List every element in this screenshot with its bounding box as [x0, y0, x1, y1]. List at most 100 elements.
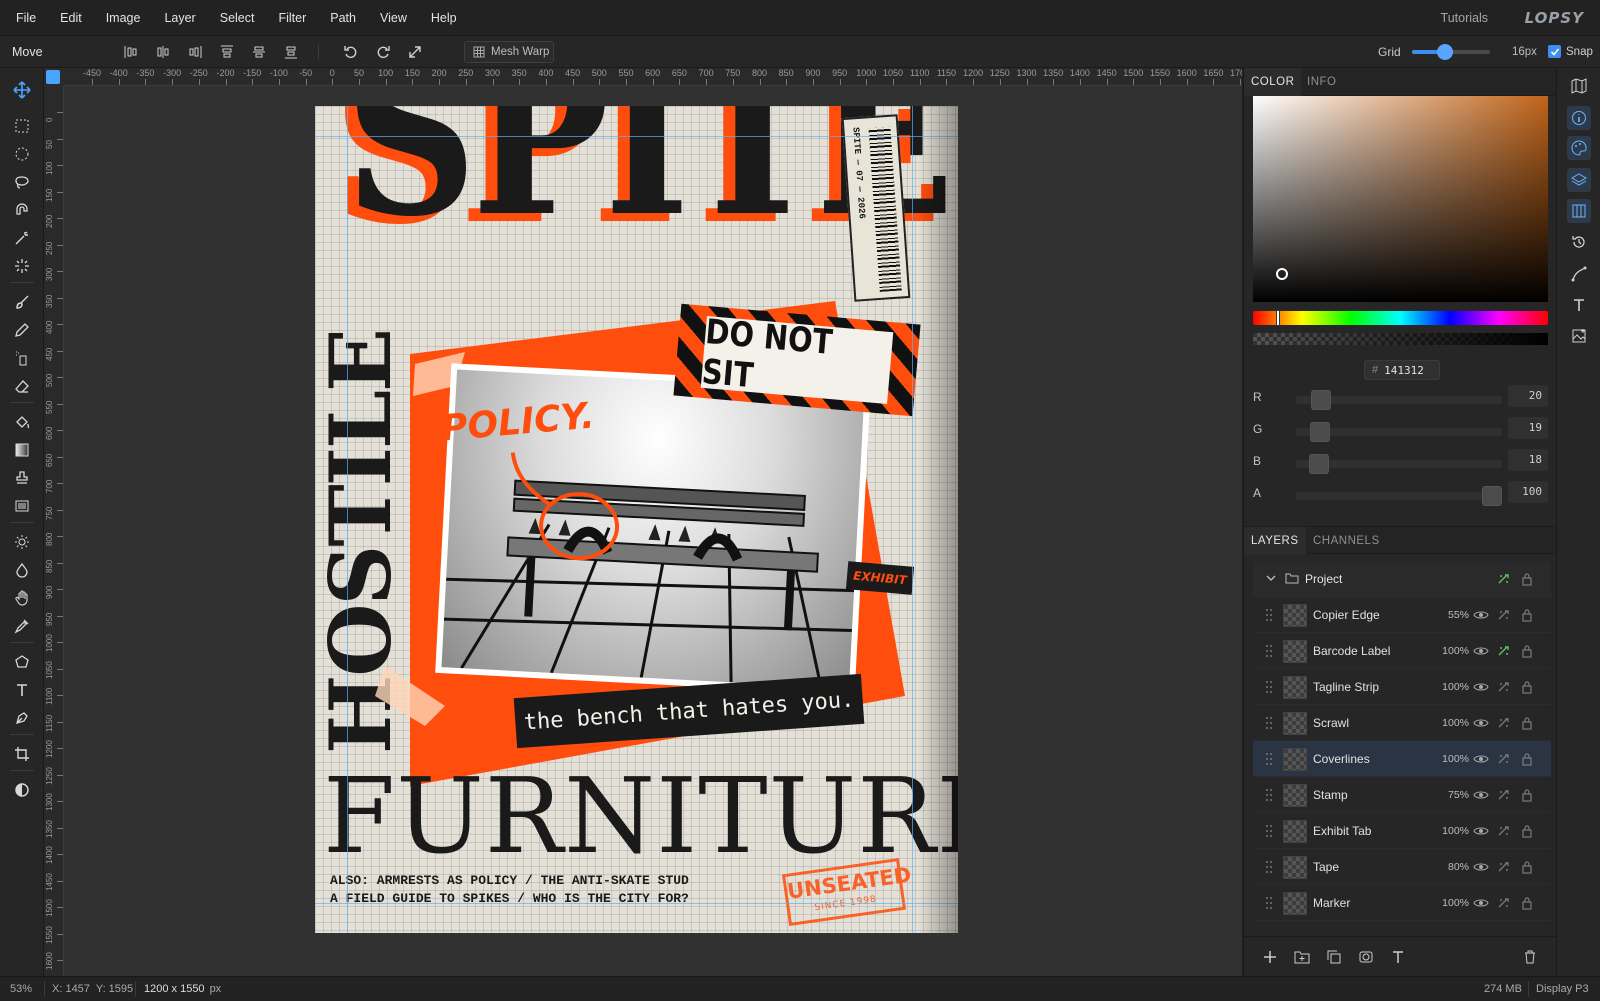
- spray-icon[interactable]: [8, 346, 36, 370]
- channel-r-value[interactable]: 20: [1508, 385, 1548, 407]
- fx-link-icon[interactable]: [1495, 823, 1511, 839]
- layer-row[interactable]: Copier Edge 55%: [1253, 597, 1551, 633]
- snap-checkbox[interactable]: [1548, 45, 1561, 58]
- menu-filter[interactable]: Filter: [266, 0, 318, 36]
- channel-g-knob[interactable]: [1309, 422, 1330, 442]
- magnetic-lasso-icon[interactable]: [8, 198, 36, 222]
- lock-icon[interactable]: [1519, 679, 1535, 695]
- columns-icon[interactable]: [1567, 199, 1591, 223]
- foreground-color-swatch[interactable]: [46, 70, 60, 84]
- hue-slider-knob[interactable]: [1276, 310, 1280, 326]
- layer-opacity[interactable]: 80%: [1435, 849, 1469, 885]
- mesh-warp-button[interactable]: Mesh Warp: [464, 41, 554, 63]
- channel-g-value[interactable]: 19: [1508, 417, 1548, 439]
- quick-select-icon[interactable]: [8, 254, 36, 278]
- menu-path[interactable]: Path: [318, 0, 368, 36]
- menu-file[interactable]: File: [4, 0, 48, 36]
- drag-handle-icon[interactable]: [1265, 860, 1273, 874]
- drag-handle-icon[interactable]: [1265, 680, 1273, 694]
- channel-r-slider[interactable]: [1296, 390, 1502, 410]
- mask-icon[interactable]: [1358, 949, 1374, 965]
- fx-link-icon[interactable]: [1495, 787, 1511, 803]
- tab-layers[interactable]: LAYERS: [1244, 527, 1306, 555]
- info-icon[interactable]: [1567, 106, 1591, 130]
- layer-row[interactable]: Coverlines 100%: [1253, 741, 1551, 777]
- drag-handle-icon[interactable]: [1265, 644, 1273, 658]
- rotate-right-icon[interactable]: [372, 41, 394, 63]
- ellipse-marquee-icon[interactable]: [8, 142, 36, 166]
- guide-vertical[interactable]: [347, 106, 348, 933]
- channel-a-slider[interactable]: [1296, 486, 1502, 506]
- alpha-slider[interactable]: [1253, 333, 1548, 345]
- text-tool-icon[interactable]: [8, 678, 36, 702]
- tab-channels[interactable]: CHANNELS: [1306, 527, 1387, 555]
- channel-b-value[interactable]: 18: [1508, 449, 1548, 471]
- rotate-left-icon[interactable]: [340, 41, 362, 63]
- burn-icon[interactable]: [8, 558, 36, 582]
- fx-link-icon[interactable]: [1495, 679, 1511, 695]
- guide-horizontal[interactable]: [315, 136, 958, 137]
- poster-canvas[interactable]: SPITE SPITE HOSTILE POLICY. DO NOT SIT S…: [315, 106, 958, 933]
- fx-link-icon[interactable]: [1495, 751, 1511, 767]
- menu-image[interactable]: Image: [94, 0, 153, 36]
- guide-vertical[interactable]: [912, 106, 913, 933]
- grid-slider[interactable]: [1412, 44, 1490, 60]
- align-bottom-icon[interactable]: [280, 41, 302, 63]
- layer-row[interactable]: Tagline Strip 100%: [1253, 669, 1551, 705]
- layer-row[interactable]: Stamp 75%: [1253, 777, 1551, 813]
- layer-row[interactable]: Barcode Label 100%: [1253, 633, 1551, 669]
- eye-icon[interactable]: [1473, 643, 1489, 659]
- gradient-icon[interactable]: [8, 438, 36, 462]
- fx-link-icon[interactable]: [1495, 643, 1511, 659]
- lock-icon[interactable]: [1519, 823, 1535, 839]
- eraser-icon[interactable]: [8, 374, 36, 398]
- chevron-down-icon[interactable]: [1265, 572, 1277, 587]
- text-layer-icon[interactable]: [1390, 949, 1406, 965]
- layer-opacity[interactable]: 100%: [1435, 633, 1469, 669]
- hue-slider[interactable]: [1253, 310, 1548, 326]
- lock-icon[interactable]: [1519, 787, 1535, 803]
- add-layer-icon[interactable]: [1262, 949, 1278, 965]
- tutorials-link[interactable]: Tutorials: [1441, 0, 1488, 36]
- eye-icon[interactable]: [1473, 787, 1489, 803]
- fx-link-icon[interactable]: [1495, 715, 1511, 731]
- channel-g-slider[interactable]: [1296, 422, 1502, 442]
- canvas-workspace[interactable]: SPITE SPITE HOSTILE POLICY. DO NOT SIT S…: [64, 86, 1242, 976]
- crop-icon[interactable]: [8, 742, 36, 766]
- layer-group-project[interactable]: Project: [1253, 561, 1551, 597]
- color-field[interactable]: [1253, 96, 1548, 302]
- stamp-icon[interactable]: [8, 466, 36, 490]
- fx-link-icon[interactable]: [1495, 895, 1511, 911]
- hex-input[interactable]: # 141312: [1364, 360, 1440, 380]
- eye-icon[interactable]: [1473, 715, 1489, 731]
- channel-r-knob[interactable]: [1310, 390, 1331, 410]
- rect-marquee-icon[interactable]: [8, 114, 36, 138]
- eyedropper-icon[interactable]: [8, 614, 36, 638]
- fx-link-icon[interactable]: [1495, 607, 1511, 623]
- align-middle-v-icon[interactable]: [248, 41, 270, 63]
- lasso-icon[interactable]: [8, 170, 36, 194]
- drag-handle-icon[interactable]: [1265, 896, 1273, 910]
- new-group-icon[interactable]: [1294, 949, 1310, 965]
- drag-handle-icon[interactable]: [1265, 824, 1273, 838]
- lock-icon[interactable]: [1519, 751, 1535, 767]
- tab-color[interactable]: COLOR: [1244, 68, 1302, 96]
- eye-icon[interactable]: [1473, 823, 1489, 839]
- align-right-icon[interactable]: [184, 41, 206, 63]
- zoom-level[interactable]: 53%: [10, 977, 32, 1001]
- drag-handle-icon[interactable]: [1265, 788, 1273, 802]
- layer-opacity[interactable]: 100%: [1435, 669, 1469, 705]
- palette-icon[interactable]: [1567, 136, 1591, 160]
- move-tool-icon[interactable]: [8, 78, 36, 102]
- layer-row[interactable]: Exhibit Tab 100%: [1253, 813, 1551, 849]
- channel-a-knob[interactable]: [1482, 486, 1502, 506]
- layer-opacity[interactable]: 75%: [1435, 777, 1469, 813]
- polygon-icon[interactable]: [8, 650, 36, 674]
- layer-opacity[interactable]: 100%: [1435, 741, 1469, 777]
- hand-icon[interactable]: [8, 586, 36, 610]
- layers-icon[interactable]: [1567, 168, 1591, 192]
- expand-icon[interactable]: [404, 41, 426, 63]
- drag-handle-icon[interactable]: [1265, 608, 1273, 622]
- eye-icon[interactable]: [1473, 859, 1489, 875]
- drag-handle-icon[interactable]: [1265, 752, 1273, 766]
